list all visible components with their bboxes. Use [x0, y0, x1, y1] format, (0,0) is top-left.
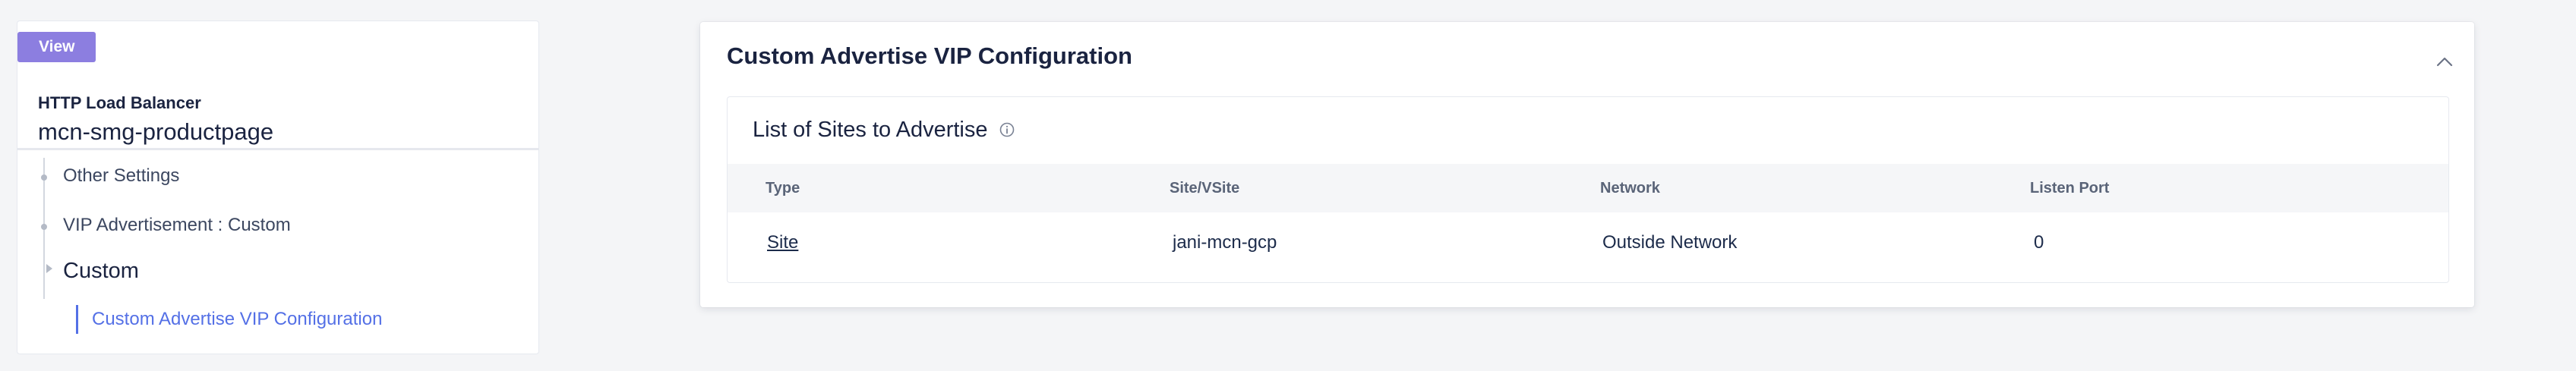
object-name-title: mcn-smg-productpage — [38, 118, 274, 145]
view-mode-badge: View — [17, 32, 96, 62]
column-header-network: Network — [1600, 180, 1660, 197]
column-header-listen-port: Listen Port — [2030, 180, 2110, 197]
nav-item-other-settings[interactable]: Other Settings — [63, 165, 179, 187]
left-navigation-panel: View HTTP Load Balancer mcn-smg-productp… — [17, 20, 539, 354]
column-header-site-vsite: Site/VSite — [1170, 180, 1240, 197]
nav-item-vip-advertisement[interactable]: VIP Advertisement : Custom — [63, 215, 291, 236]
table-row: Site jani-mcn-gcp Outside Network 0 — [728, 212, 2448, 273]
chevron-up-icon[interactable] — [2435, 52, 2454, 72]
sites-to-advertise-section: List of Sites to Advertise Type Site/VSi… — [727, 96, 2449, 283]
panel-divider — [17, 148, 538, 150]
card-title: Custom Advertise VIP Configuration — [727, 42, 1132, 69]
tree-expand-caret-icon — [46, 264, 52, 273]
nav-section-custom[interactable]: Custom — [63, 259, 139, 284]
table-header: Type Site/VSite Network Listen Port — [728, 164, 2448, 212]
row-type-site-link[interactable]: Site — [767, 212, 798, 273]
row-site-vsite-value: jani-mcn-gcp — [1173, 232, 1277, 253]
row-listen-port-value: 0 — [2034, 232, 2044, 253]
info-icon[interactable] — [999, 121, 1015, 138]
object-type-label: HTTP Load Balancer — [38, 93, 201, 112]
column-header-type: Type — [766, 180, 800, 197]
nav-item-custom-advertise-vip-configuration[interactable]: Custom Advertise VIP Configuration — [76, 305, 382, 334]
row-network-value: Outside Network — [1602, 232, 1738, 253]
tree-node-dot — [41, 174, 47, 181]
custom-advertise-vip-card: Custom Advertise VIP Configuration List … — [700, 22, 2474, 307]
sites-section-title: List of Sites to Advertise — [753, 118, 988, 142]
tree-node-dot — [41, 224, 47, 230]
